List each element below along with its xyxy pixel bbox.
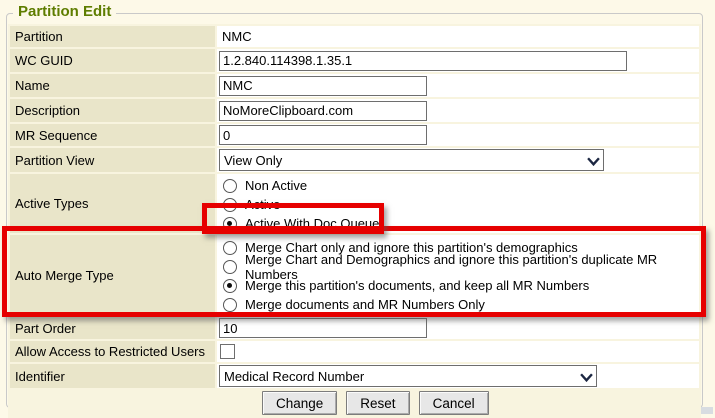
table-row: Partition NMC [10,26,699,47]
mr-sequence-label: MR Sequence [10,124,215,146]
radio-option-active[interactable]: Active [219,195,699,214]
radio-icon[interactable] [223,217,237,231]
cancel-button[interactable]: Cancel [419,391,489,415]
chevron-down-icon [580,373,593,382]
table-row: Allow Access to Restricted Users [10,341,699,362]
part-order-field[interactable] [219,318,427,338]
radio-option-label: Active With Doc Queue [245,216,379,231]
table-row: MR Sequence [10,124,699,146]
partition-view-select[interactable]: View Only [219,149,604,171]
partition-label: Partition [10,26,215,47]
radio-option-label: Active [245,197,280,212]
table-row: Active Types Non Active Active Active Wi… [10,174,699,233]
reset-button[interactable]: Reset [346,391,409,415]
chevron-down-icon [587,157,600,166]
description-label: Description [10,99,215,122]
table-row: WC GUID [10,49,699,72]
page-title: Partition Edit [13,3,116,20]
wc-guid-label: WC GUID [10,49,215,72]
active-types-label: Active Types [10,174,215,233]
table-row: Identifier Medical Record Number [10,364,699,388]
radio-icon[interactable] [223,179,237,193]
radio-icon[interactable] [223,260,237,274]
allow-access-restricted-checkbox[interactable] [220,344,235,359]
auto-merge-type-radio-group: Merge Chart only and ignore this partiti… [219,236,699,314]
table-row: Auto Merge Type Merge Chart only and ign… [10,235,699,315]
radio-option-active-with-doc-queue[interactable]: Active With Doc Queue [219,214,699,233]
change-button[interactable]: Change [262,391,337,415]
wc-guid-field[interactable] [219,51,627,71]
radio-option-merge-chart-and-demographics[interactable]: Merge Chart and Demographics and ignore … [219,257,699,276]
active-types-radio-group: Non Active Active Active With Doc Queue [219,174,699,233]
description-field[interactable] [219,101,427,121]
auto-merge-type-label: Auto Merge Type [10,235,215,315]
partition-value: NMC [219,29,252,44]
identifier-selected-value: Medical Record Number [224,369,364,384]
table-row: Description [10,99,699,122]
radio-icon[interactable] [223,241,237,255]
button-bar: Change Reset Cancel [10,390,699,416]
part-order-label: Part Order [10,317,215,339]
radio-icon[interactable] [223,279,237,293]
partition-view-selected-value: View Only [224,153,282,168]
name-label: Name [10,74,215,97]
radio-icon[interactable] [223,198,237,212]
radio-option-label: Merge this partition's documents, and ke… [245,278,589,293]
radio-option-label: Merge documents and MR Numbers Only [245,297,485,312]
partition-view-label: Partition View [10,148,215,172]
identifier-label: Identifier [10,364,215,388]
table-row: Change Reset Cancel [10,390,699,416]
mr-sequence-field[interactable] [219,125,427,145]
allow-access-restricted-label: Allow Access to Restricted Users [10,341,215,362]
radio-option-merge-documents-and-mr-numbers[interactable]: Merge documents and MR Numbers Only [219,295,699,314]
identifier-select[interactable]: Medical Record Number [219,365,597,387]
radio-option-label: Merge Chart and Demographics and ignore … [245,252,699,282]
table-row: Part Order [10,317,699,339]
partition-edit-form: Partition NMC WC GUID Name Description M… [8,24,701,418]
radio-option-non-active[interactable]: Non Active [219,176,699,195]
table-row: Partition View View Only [10,148,699,172]
radio-option-label: Non Active [245,178,307,193]
table-row: Name [10,74,699,97]
radio-icon[interactable] [223,298,237,312]
name-field[interactable] [219,76,427,96]
